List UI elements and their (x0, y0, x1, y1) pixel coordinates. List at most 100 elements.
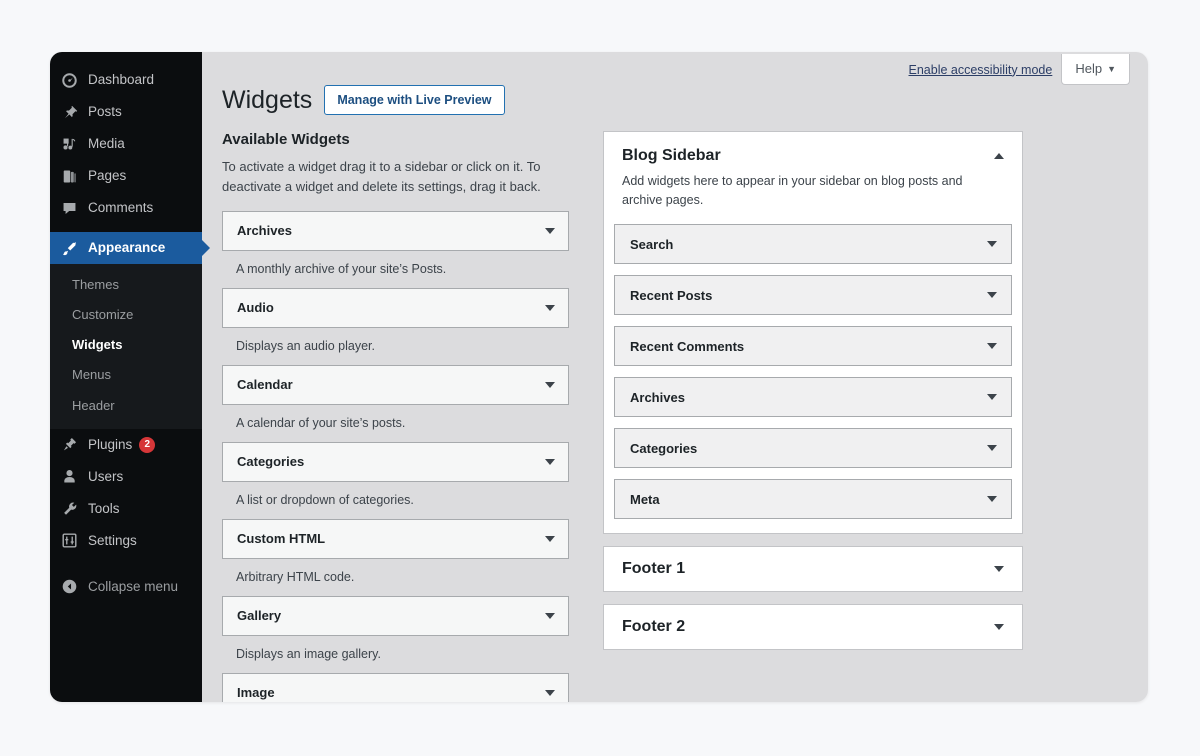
available-widget-gallery[interactable]: Gallery (222, 596, 569, 636)
chevron-down-icon[interactable] (987, 445, 997, 451)
collapse-arrow-icon (59, 577, 79, 597)
pin-icon (59, 102, 79, 122)
available-widget-custom-html[interactable]: Custom HTML (222, 519, 569, 559)
widget-name: Archives (630, 390, 685, 405)
widget-area-header[interactable]: Footer 1 (604, 547, 1022, 591)
widget-description: Displays an audio player. (222, 328, 569, 365)
widget-name: Gallery (237, 608, 281, 623)
sidebar-item-dashboard[interactable]: Dashboard (50, 64, 202, 96)
sidebar-subitem-widgets[interactable]: Widgets (50, 330, 202, 360)
users-icon (59, 467, 79, 487)
available-widget-archives[interactable]: Archives (222, 211, 569, 251)
chevron-down-icon[interactable] (987, 343, 997, 349)
sidebar-item-tools[interactable]: Tools (50, 493, 202, 525)
sidebar-item-label: Media (88, 137, 125, 151)
widget-name: Custom HTML (237, 531, 325, 546)
widget-name: Calendar (237, 377, 293, 392)
sidebar-item-pages[interactable]: Pages (50, 160, 202, 192)
widget-name: Categories (630, 441, 697, 456)
chevron-down-icon[interactable] (545, 536, 555, 542)
appearance-submenu: Themes Customize Widgets Menus Header (50, 264, 202, 429)
help-button-label: Help (1075, 61, 1102, 76)
chevron-down-icon[interactable] (987, 292, 997, 298)
sidebar-item-plugins[interactable]: Plugins 2 (50, 429, 202, 461)
chevron-down-icon[interactable] (987, 496, 997, 502)
sidebar-item-label: Pages (88, 169, 126, 183)
comments-icon (59, 198, 79, 218)
screen-meta-bar: Enable accessibility mode Help ▼ (202, 52, 1148, 96)
widget-description: A calendar of your site’s posts. (222, 405, 569, 442)
widget-description: Displays an image gallery. (222, 636, 569, 673)
sidebar-item-settings[interactable]: Settings (50, 525, 202, 557)
widget-description: Arbitrary HTML code. (222, 559, 569, 596)
settings-sliders-icon (59, 531, 79, 551)
admin-screen-card: Dashboard Posts Media Pages Comments (50, 52, 1148, 702)
sidebar-subitem-header[interactable]: Header (50, 391, 202, 421)
available-widgets-panel: Available Widgets To activate a widget d… (222, 131, 569, 703)
collapse-menu-label: Collapse menu (88, 580, 178, 594)
widget-area-title: Footer 2 (622, 617, 685, 637)
admin-sidebar: Dashboard Posts Media Pages Comments (50, 52, 202, 702)
widget-name: Categories (237, 454, 304, 469)
sidebar-item-posts[interactable]: Posts (50, 96, 202, 128)
sidebar-item-appearance[interactable]: Appearance (50, 232, 202, 264)
chevron-down-icon[interactable] (545, 382, 555, 388)
widget-areas-panel: Blog Sidebar Add widgets here to appear … (603, 131, 1023, 703)
sidebar-subitem-customize[interactable]: Customize (50, 300, 202, 330)
widget-name: Archives (237, 223, 292, 238)
help-button[interactable]: Help ▼ (1061, 54, 1130, 85)
screen-meta-links: Enable accessibility mode Help ▼ (909, 54, 1131, 85)
sidebar-subitem-menus[interactable]: Menus (50, 360, 202, 390)
sidebar-item-comments[interactable]: Comments (50, 192, 202, 224)
chevron-up-icon[interactable] (994, 153, 1004, 159)
assigned-widget-archives[interactable]: Archives (614, 377, 1012, 417)
sidebar-item-label: Plugins (88, 438, 132, 452)
available-widget-calendar[interactable]: Calendar (222, 365, 569, 405)
chevron-down-icon[interactable] (545, 305, 555, 311)
menu-spacer (50, 224, 202, 232)
widget-name: Recent Comments (630, 339, 744, 354)
sidebar-item-label: Dashboard (88, 73, 154, 87)
chevron-down-icon[interactable] (994, 624, 1004, 630)
plugins-update-badge: 2 (139, 437, 155, 453)
sidebar-item-label: Appearance (88, 241, 165, 255)
sidebar-subitem-themes[interactable]: Themes (50, 270, 202, 300)
assigned-widget-categories[interactable]: Categories (614, 428, 1012, 468)
widget-name: Recent Posts (630, 288, 712, 303)
chevron-down-icon[interactable] (987, 241, 997, 247)
tools-wrench-icon (59, 499, 79, 519)
plugins-plug-icon (59, 435, 79, 455)
widget-area-footer-2: Footer 2 (603, 604, 1023, 650)
sidebar-item-label: Posts (88, 105, 122, 119)
widgets-page-content: Enable accessibility mode Help ▼ Widgets… (202, 52, 1148, 702)
assigned-widget-search[interactable]: Search (614, 224, 1012, 264)
available-widget-image[interactable]: Image (222, 673, 569, 702)
chevron-down-icon: ▼ (1107, 64, 1116, 74)
sidebar-item-label: Tools (88, 502, 120, 516)
sidebar-item-media[interactable]: Media (50, 128, 202, 160)
widget-name: Audio (237, 300, 274, 315)
chevron-down-icon[interactable] (545, 459, 555, 465)
widget-area-header[interactable]: Footer 2 (604, 605, 1022, 649)
widget-area-blog-sidebar: Blog Sidebar Add widgets here to appear … (603, 131, 1023, 535)
chevron-down-icon[interactable] (994, 566, 1004, 572)
widget-area-title: Blog Sidebar (622, 146, 721, 166)
collapse-menu-button[interactable]: Collapse menu (50, 571, 202, 603)
available-widget-categories[interactable]: Categories (222, 442, 569, 482)
sidebar-item-label: Settings (88, 534, 137, 548)
chevron-down-icon[interactable] (545, 613, 555, 619)
appearance-brush-icon (59, 238, 79, 258)
chevron-down-icon[interactable] (545, 690, 555, 696)
available-widget-audio[interactable]: Audio (222, 288, 569, 328)
widget-area-header[interactable]: Blog Sidebar (604, 132, 1022, 166)
chevron-down-icon[interactable] (545, 228, 555, 234)
pages-icon (59, 166, 79, 186)
assigned-widget-meta[interactable]: Meta (614, 479, 1012, 519)
sidebar-item-users[interactable]: Users (50, 461, 202, 493)
widget-area-description: Add widgets here to appear in your sideb… (604, 166, 1022, 211)
widget-name: Image (237, 685, 275, 700)
chevron-down-icon[interactable] (987, 394, 997, 400)
enable-accessibility-mode-link[interactable]: Enable accessibility mode (909, 63, 1053, 77)
assigned-widget-recent-comments[interactable]: Recent Comments (614, 326, 1012, 366)
assigned-widget-recent-posts[interactable]: Recent Posts (614, 275, 1012, 315)
